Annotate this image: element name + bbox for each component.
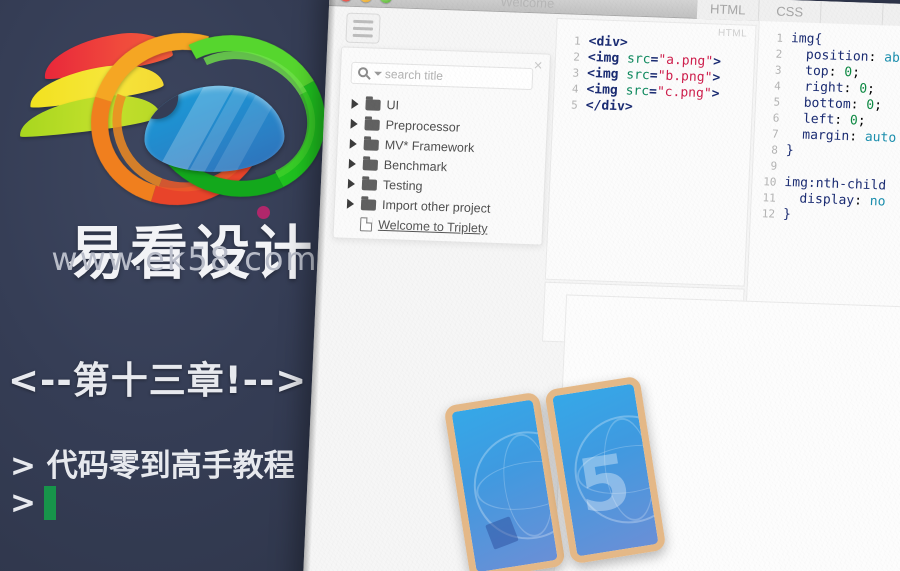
subline-primary: > 代码零到高手教程 xyxy=(10,448,295,484)
line-number: 5 xyxy=(570,98,579,112)
subline-prompt: > xyxy=(10,485,36,521)
disclosure-triangle-icon[interactable] xyxy=(351,98,359,110)
line-number: 4 xyxy=(571,82,579,96)
text-caret-icon xyxy=(43,486,56,520)
tree-item-label: UI xyxy=(386,98,400,113)
line-number: 2 xyxy=(573,50,581,64)
disclosure-triangle-icon[interactable] xyxy=(349,138,357,150)
tree-item-label: MV* Framework xyxy=(384,138,475,156)
tab-welcome[interactable]: Welcome xyxy=(467,0,588,15)
chevron-down-icon[interactable] xyxy=(373,71,383,76)
line-number: 5 xyxy=(773,95,781,109)
hamburger-bar-3 xyxy=(352,33,373,38)
folder-icon xyxy=(363,138,380,151)
hamburger-bar-2 xyxy=(352,26,374,31)
globe-icon xyxy=(466,423,566,548)
line-number: 3 xyxy=(774,63,782,77)
line-number: 4 xyxy=(773,79,782,93)
folder-icon xyxy=(365,98,381,111)
disclosure-triangle-icon[interactable] xyxy=(348,158,357,169)
search-placeholder: search title xyxy=(384,66,444,83)
line-number: 9 xyxy=(770,159,778,173)
close-icon[interactable]: × xyxy=(533,57,543,74)
code-css[interactable]: 1 img{2 position: abs 3 top: 0; 4 right: 0;… xyxy=(759,30,900,227)
editor-pane-css[interactable]: 1 img{2 position: abs 3 top: 0; 4 right: 0;… xyxy=(745,14,900,323)
line-number: 1 xyxy=(776,31,784,45)
brand-url: www.ek58.com xyxy=(51,240,319,278)
file-icon xyxy=(359,217,373,232)
folder-icon xyxy=(364,118,380,131)
folder-icon xyxy=(362,158,379,171)
line-number: 2 xyxy=(775,47,783,61)
line-number: 1 xyxy=(573,34,581,48)
hamburger-icon[interactable] xyxy=(345,12,381,44)
line-number: 7 xyxy=(771,127,779,141)
search-icon xyxy=(357,66,372,80)
tab-html[interactable]: HTML xyxy=(696,0,760,21)
tab-extra-1[interactable] xyxy=(820,1,884,26)
tab-css[interactable]: CSS xyxy=(758,0,822,24)
line-number: 6 xyxy=(772,111,780,125)
headline-text: <--第十三章!--> xyxy=(8,359,308,402)
tree-item-label: Testing xyxy=(382,177,423,194)
disclosure-triangle-icon[interactable] xyxy=(347,178,356,189)
tree-item-label: Import other project xyxy=(381,197,491,216)
tab-extra-2[interactable] xyxy=(882,3,900,28)
logo-accent-dot xyxy=(257,206,270,219)
line-number: 11 xyxy=(762,191,777,205)
file-tree: UI Preprocessor MV* Framework Benchmark Test… xyxy=(342,94,542,241)
folder-icon xyxy=(360,198,377,211)
line-number: 12 xyxy=(761,207,776,221)
disclosure-triangle-icon[interactable] xyxy=(350,118,358,130)
line-number: 8 xyxy=(771,143,779,157)
line-number: 3 xyxy=(572,66,580,80)
tree-item-label: Preprocessor xyxy=(385,118,461,135)
subline-secondary: > xyxy=(10,485,56,521)
tree-item-label: Welcome to Triplety xyxy=(377,217,488,236)
screenshot-root: 易看设计 www.ek58.com <--第十三章!--> > 代码零到高手教程… xyxy=(0,0,900,571)
editor-pane-html[interactable]: HTML 1 <div> 2 <img src="a.png"> 3 <img src="… xyxy=(544,17,757,287)
preview-cards: 5 xyxy=(443,375,667,571)
pane-label-html: HTML xyxy=(717,27,748,40)
file-browser-panel: × search title UI Preprocessor MV* Framewo… xyxy=(332,46,552,246)
tree-item-label: Benchmark xyxy=(383,157,448,175)
search-input[interactable]: search title xyxy=(350,61,534,91)
disclosure-triangle-icon[interactable] xyxy=(346,198,355,209)
code-html[interactable]: 1 <div> 2 <img src="a.png"> 3 <img src="b.png… xyxy=(561,33,722,118)
folder-icon xyxy=(361,178,378,191)
line-number: 10 xyxy=(762,175,777,189)
hamburger-bar-1 xyxy=(353,19,374,24)
